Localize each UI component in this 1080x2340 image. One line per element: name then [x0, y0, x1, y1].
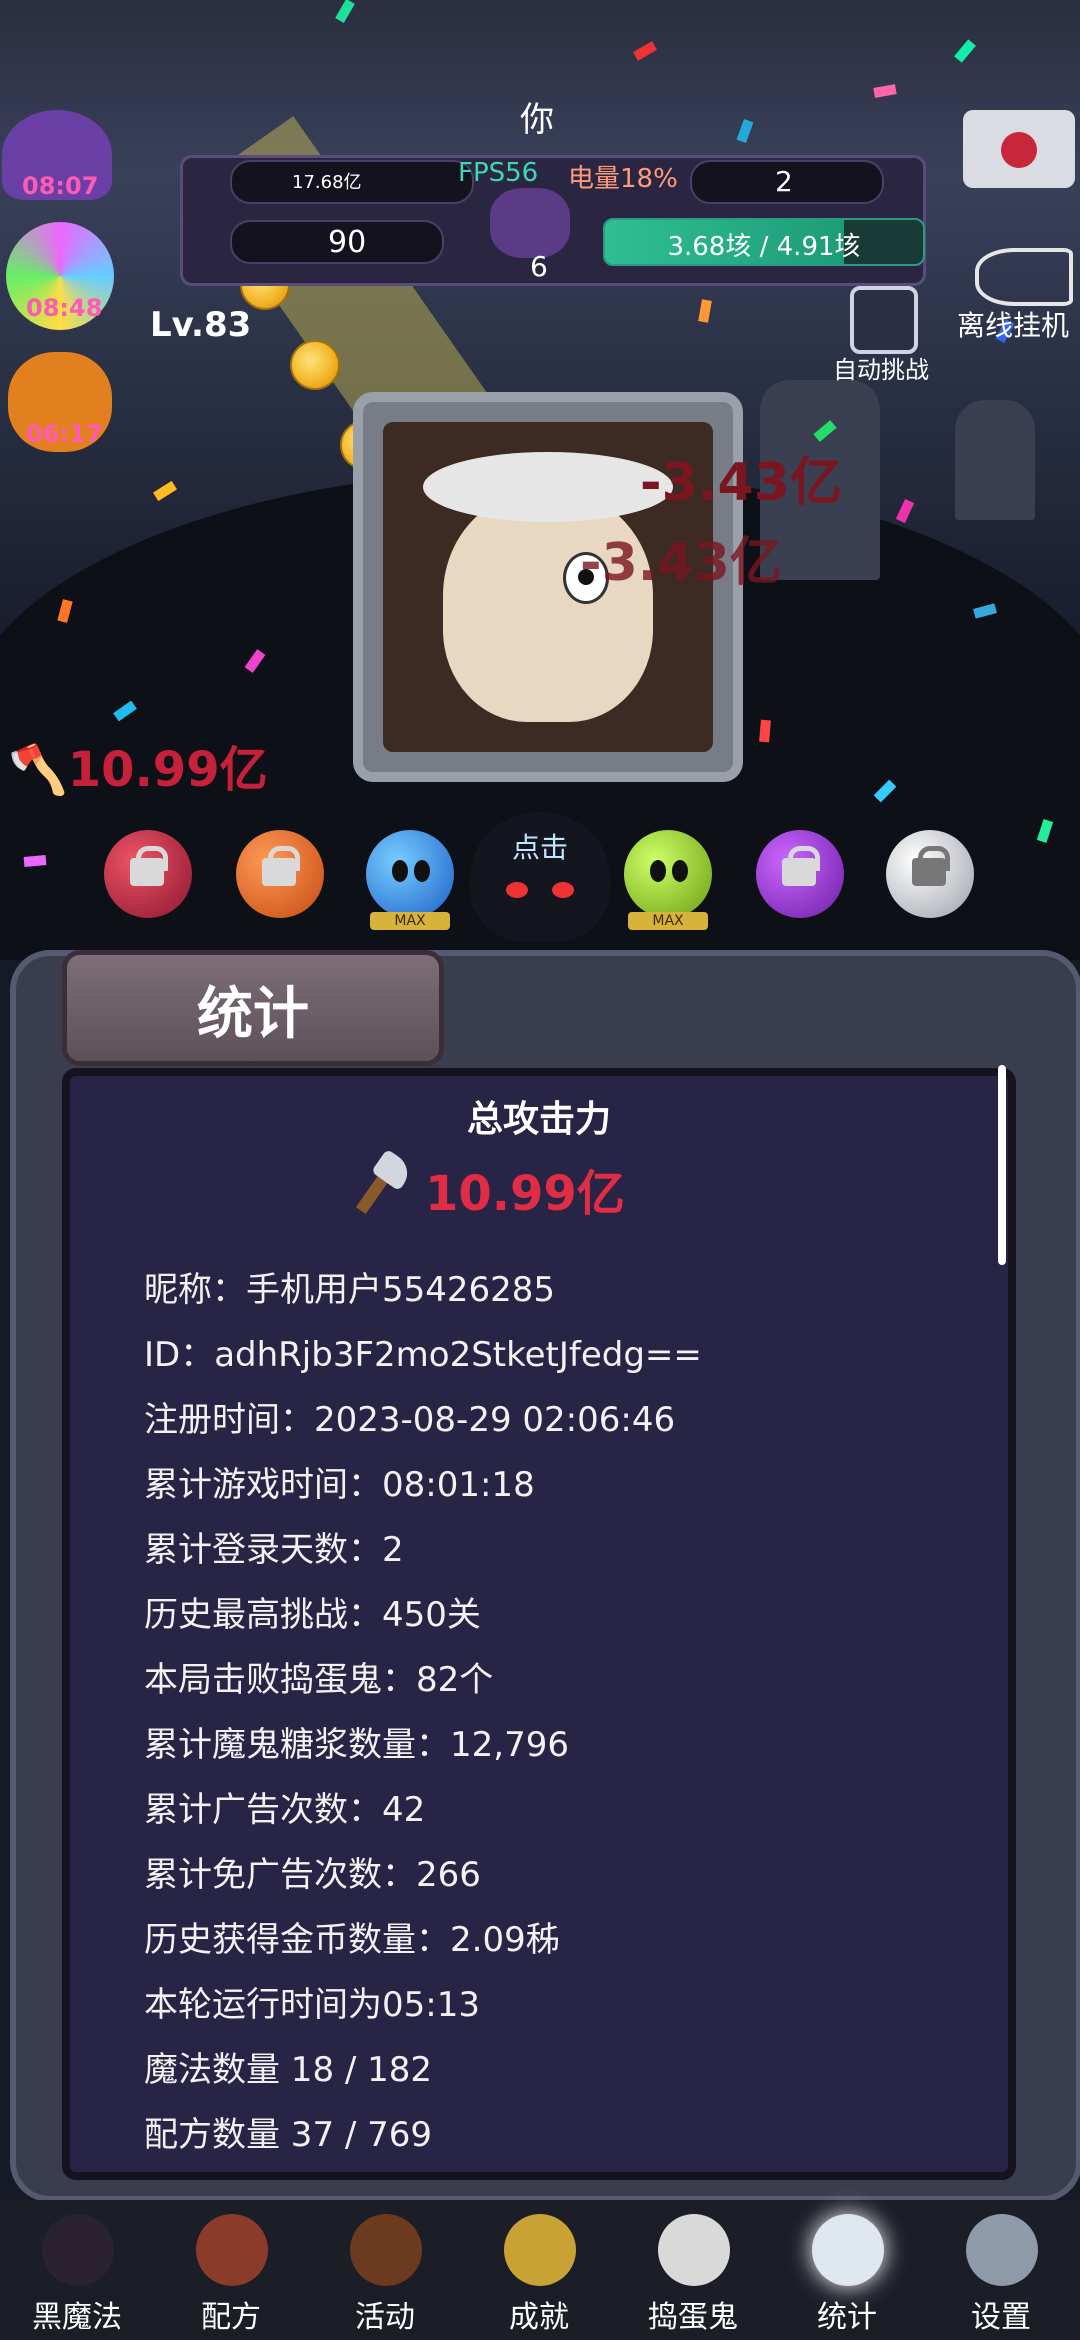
- nav-item[interactable]: 成就: [462, 2200, 616, 2340]
- mail-button[interactable]: [963, 110, 1075, 188]
- nav-label: 配方: [201, 2300, 261, 2335]
- hp-text: 3.68垓 / 4.91垓: [667, 232, 861, 262]
- timer-candy: 08:48: [26, 294, 103, 322]
- level-badge: Lv.83: [150, 305, 252, 345]
- tombstone: [955, 400, 1035, 520]
- nav-item[interactable]: 活动: [308, 2200, 462, 2340]
- axe-icon: 🪓: [8, 742, 68, 798]
- stat-line: 累计游戏时间：08:01:18: [144, 1465, 535, 1505]
- recipe-book-icon: [196, 2214, 268, 2286]
- fps-counter: FPS56: [458, 158, 539, 188]
- monster-eye: [552, 882, 574, 898]
- locked-orb[interactable]: [104, 830, 192, 918]
- locked-orb[interactable]: [756, 830, 844, 918]
- nav-item[interactable]: 配方: [154, 2200, 308, 2340]
- damage-number: -3.43亿: [640, 453, 842, 513]
- stats-scrollbar[interactable]: [998, 1065, 1006, 1265]
- stats-content[interactable]: 总攻击力 10.99亿 昵称：手机用户55426285 ID：adhRjb3F2m…: [62, 1068, 1016, 2180]
- gem-count: 2: [775, 165, 793, 198]
- confetti: [895, 498, 915, 524]
- max-tag: MAX: [628, 912, 708, 930]
- confetti: [736, 118, 754, 144]
- fish-bone-icon: [975, 248, 1073, 306]
- nav-item[interactable]: 统计: [770, 2200, 924, 2340]
- gold-amount: 17.68亿: [292, 172, 362, 193]
- stat-line: 昵称：手机用户55426285: [144, 1270, 556, 1310]
- auto-challenge-label: 自动挑战: [833, 356, 929, 384]
- ghost-icon: [658, 2214, 730, 2286]
- timer-pumpkin: 06:17: [26, 420, 103, 448]
- panel-title: 统计: [197, 982, 309, 1047]
- nav-label: 统计: [817, 2300, 877, 2335]
- auto-challenge-button[interactable]: 自动挑战: [826, 282, 936, 384]
- skull-trophy-icon: [504, 2214, 576, 2286]
- stat-line: 配方数量 37 / 769: [144, 2115, 433, 2155]
- mail-seal-icon: [1001, 132, 1037, 168]
- confetti: [954, 39, 976, 63]
- bandage: [423, 452, 673, 522]
- stat-line: ID：adhRjb3F2mo2StketJfedg==: [144, 1335, 702, 1375]
- locked-orb[interactable]: [886, 830, 974, 918]
- total-attack-title: 总攻击力: [466, 1099, 611, 1140]
- blue-ghost-orb[interactable]: [366, 830, 454, 918]
- crystal-ball-icon: [812, 2214, 884, 2286]
- stat-line: 累计免广告次数：266: [144, 1855, 481, 1895]
- coin: [290, 340, 340, 390]
- checkbox-icon: [850, 286, 918, 354]
- total-attack-value: 10.99亿: [425, 1166, 625, 1222]
- nav-item[interactable]: 设置: [924, 2200, 1078, 2340]
- confetti: [335, 0, 355, 24]
- max-tag: MAX: [370, 912, 450, 930]
- stat-line: 历史获得金币数量：2.09秭: [144, 1920, 560, 1960]
- confetti: [873, 84, 897, 98]
- panel-title-sign: 统计: [62, 950, 444, 1066]
- confetti: [632, 41, 658, 61]
- candy-count: 90: [328, 225, 367, 260]
- battery-indicator: 电量18%: [568, 164, 678, 194]
- confetti: [23, 855, 47, 867]
- stat-line: 历史最高挑战：450关: [144, 1595, 481, 1635]
- nav-item[interactable]: 捣蛋鬼: [616, 2200, 770, 2340]
- axe-icon: [342, 1148, 415, 1215]
- player-name: 你: [520, 100, 554, 140]
- stat-line: 累计广告次数：42: [144, 1790, 426, 1830]
- click-monster-button[interactable]: 点击: [470, 812, 610, 942]
- timer-hat: 08:07: [22, 172, 99, 200]
- confetti: [153, 480, 177, 502]
- click-label: 点击: [511, 831, 568, 864]
- hp-bar: 3.68垓 / 4.91垓: [603, 218, 925, 266]
- damage-number: -3.43亿: [580, 533, 782, 593]
- gear-icon: [966, 2214, 1038, 2286]
- nav-label: 设置: [971, 2300, 1031, 2335]
- offline-label: 离线挂机: [957, 309, 1070, 342]
- lock-icon: [912, 858, 946, 886]
- stat-line: 注册时间：2023-08-29 02:06:46: [144, 1400, 676, 1440]
- nav-label: 黑魔法: [32, 2300, 122, 2335]
- cauldron-icon[interactable]: [490, 188, 570, 258]
- bottom-nav: 黑魔法 配方 活动 成就 捣蛋鬼 统计 设置: [0, 2200, 1080, 2340]
- black-magic-icon: [42, 2214, 114, 2286]
- nav-label: 活动: [355, 2300, 415, 2335]
- lock-icon: [262, 858, 296, 886]
- stat-line: 魔法数量 18 / 182: [144, 2050, 433, 2090]
- nav-label: 捣蛋鬼: [648, 2300, 738, 2335]
- attack-power-value: 10.99亿: [67, 742, 268, 798]
- confetti: [698, 299, 712, 323]
- stat-line: 累计登录天数：2: [144, 1530, 404, 1570]
- cauldron-count: 6: [530, 250, 548, 283]
- nav-item[interactable]: 黑魔法: [0, 2200, 154, 2340]
- green-ghost-orb[interactable]: [624, 830, 712, 918]
- stat-line: 累计魔鬼糖浆数量：12,796: [144, 1725, 569, 1765]
- stat-line: 本局击败捣蛋鬼：82个: [144, 1660, 494, 1700]
- locked-orb[interactable]: [236, 830, 324, 918]
- attack-power-float: 🪓10.99亿: [8, 730, 268, 800]
- event-icon: [350, 2214, 422, 2286]
- lock-icon: [130, 858, 164, 886]
- lock-icon: [782, 858, 816, 886]
- stat-line: 本轮运行时间为05:13: [144, 1985, 480, 2025]
- monster-eye: [506, 882, 528, 898]
- nav-label: 成就: [509, 2300, 569, 2335]
- confetti: [759, 719, 771, 743]
